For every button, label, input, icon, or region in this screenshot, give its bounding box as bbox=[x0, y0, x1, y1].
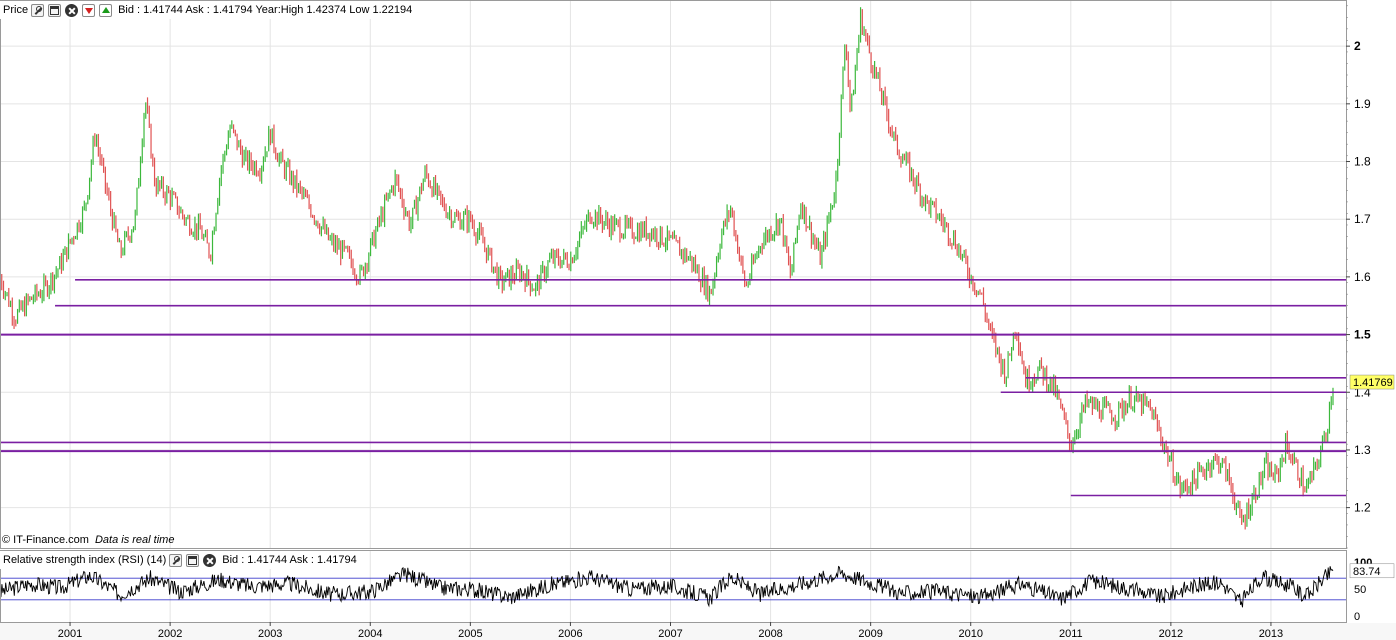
rsi-window-icon[interactable] bbox=[186, 553, 200, 567]
price-tick-label: 1.7 bbox=[1354, 212, 1371, 226]
year-label: 2012 bbox=[1159, 628, 1183, 640]
realtime-note: Data is real time bbox=[94, 534, 175, 546]
price-tick-label: 1.8 bbox=[1354, 155, 1371, 169]
rsi-close-icon[interactable] bbox=[203, 553, 217, 567]
rsi-last-label: 83.74 bbox=[1353, 566, 1381, 578]
price-tick-label: 1.5 bbox=[1354, 328, 1371, 342]
price-tick-label: 2 bbox=[1354, 39, 1361, 53]
rsi-line bbox=[0, 565, 1334, 608]
rsi-quote-info: Bid : 1.41744 Ask : 1.41794 bbox=[222, 554, 357, 566]
price-panel-frame bbox=[0, 0, 1347, 549]
year-label: 2007 bbox=[658, 628, 682, 640]
year-label: 2009 bbox=[858, 628, 882, 640]
price-grid bbox=[0, 0, 1346, 548]
year-label: 2005 bbox=[458, 628, 482, 640]
year-label: 2010 bbox=[958, 628, 982, 640]
close-panel-icon[interactable] bbox=[65, 3, 79, 17]
price-quote-info: Bid : 1.41744 Ask : 1.41794 Year:High 1.… bbox=[118, 4, 413, 16]
price-tick-label: 1.6 bbox=[1354, 270, 1371, 284]
price-panel-title: Price bbox=[3, 4, 29, 16]
year-label: 2004 bbox=[358, 628, 382, 640]
rsi-tick-label: 50 bbox=[1354, 584, 1366, 596]
chart-canvas: 1.21.31.41.51.61.71.81.92 050100 2001 200… bbox=[0, 0, 1396, 640]
year-label: 2006 bbox=[558, 628, 582, 640]
rsi-panel-header: Relative strength index (RSI) (14) Bid :… bbox=[0, 551, 357, 569]
rsi-line-path bbox=[0, 565, 1334, 608]
year-label: 2011 bbox=[1059, 628, 1083, 640]
year-label: 2013 bbox=[1259, 628, 1283, 640]
price-y-axis: 1.21.31.41.51.61.71.81.92 bbox=[1346, 5, 1371, 549]
panel-frames bbox=[0, 0, 1396, 640]
price-tick-label: 1.2 bbox=[1354, 501, 1371, 515]
rsi-tick-label: 0 bbox=[1354, 611, 1360, 623]
data-credit: © IT-Finance.com Data is real time bbox=[2, 534, 174, 546]
year-label: 2008 bbox=[758, 628, 782, 640]
price-tick-label: 1.9 bbox=[1354, 97, 1371, 111]
time-axis-bg bbox=[0, 623, 1396, 640]
support-resistance-lines[interactable] bbox=[0, 278, 1346, 497]
sell-down-arrow-icon[interactable] bbox=[82, 3, 96, 17]
window-maximize-icon[interactable] bbox=[48, 3, 62, 17]
price-tick-label: 1.3 bbox=[1354, 443, 1371, 457]
rsi-levels bbox=[0, 577, 1346, 601]
rsi-settings-wrench-icon[interactable] bbox=[169, 553, 183, 567]
year-label: 2001 bbox=[58, 628, 82, 640]
rsi-panel-title: Relative strength index (RSI) (14) bbox=[3, 554, 167, 566]
year-label: 2002 bbox=[158, 628, 182, 640]
year-label: 2003 bbox=[258, 628, 282, 640]
buy-up-arrow-icon[interactable] bbox=[99, 3, 113, 17]
price-panel-header: Price Bid : 1.41744 Ask : 1.41794 Year:H… bbox=[0, 1, 413, 19]
last-price-label: 1.41769 bbox=[1353, 377, 1393, 389]
last-price-badge: 1.41769 bbox=[1349, 374, 1395, 390]
source-credit: © IT-Finance.com bbox=[2, 534, 89, 546]
rsi-last-badge: 83.74 bbox=[1349, 563, 1395, 579]
settings-wrench-icon[interactable] bbox=[31, 3, 45, 17]
